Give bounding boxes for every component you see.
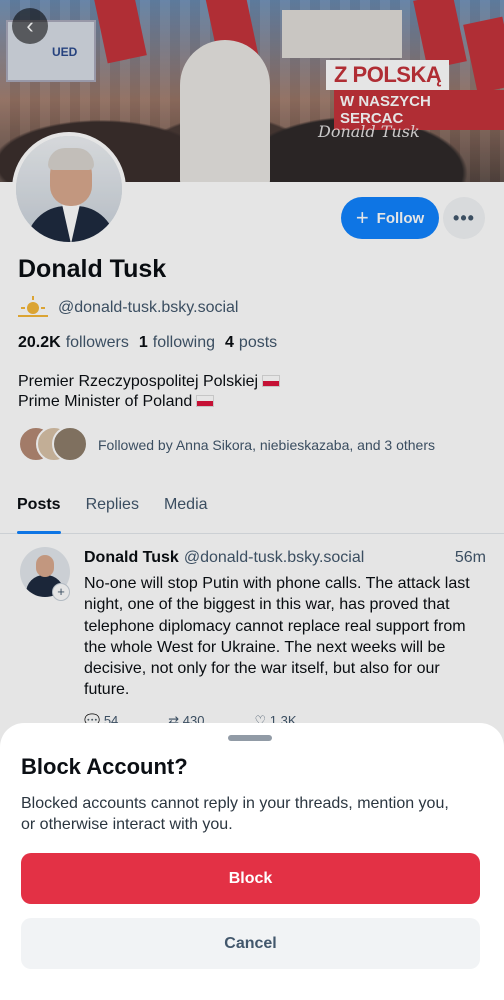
dialog-title: Block Account? [21, 754, 188, 779]
cancel-button[interactable]: Cancel [21, 918, 480, 969]
block-button[interactable]: Block [21, 853, 480, 904]
sheet-drag-handle[interactable] [228, 735, 272, 741]
dialog-description: Blocked accounts cannot reply in your th… [21, 795, 449, 833]
cancel-button-label: Cancel [224, 934, 277, 952]
block-button-label: Block [228, 869, 273, 887]
block-account-sheet: Block Account? Blocked accounts cannot r… [0, 723, 504, 1000]
